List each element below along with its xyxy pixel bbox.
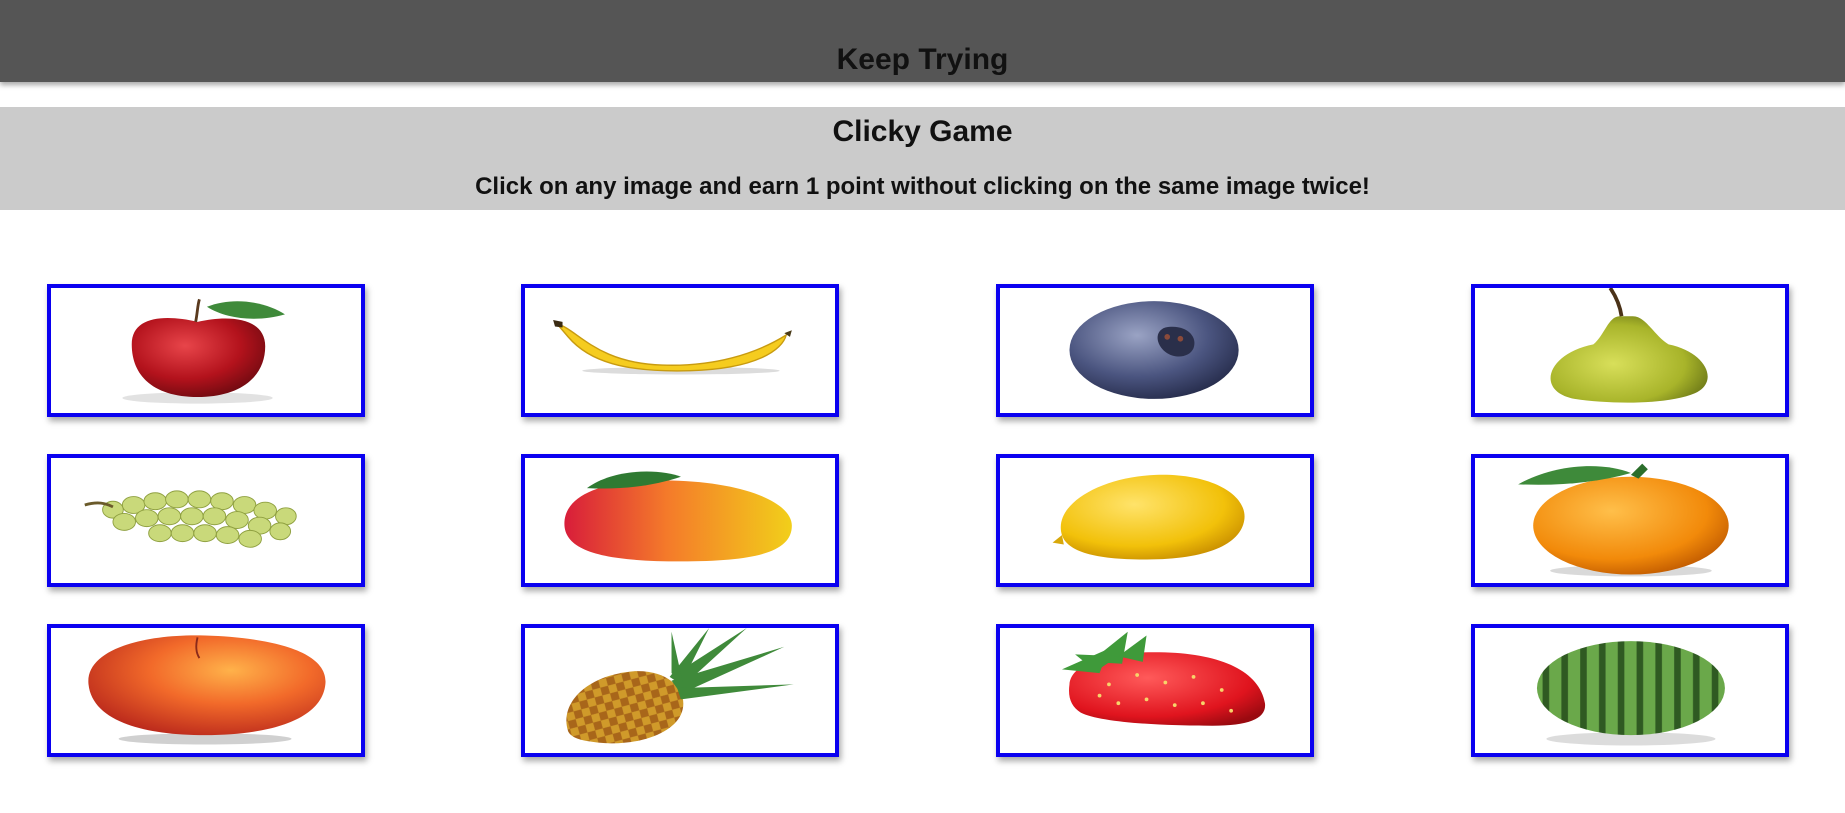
card-orange[interactable] xyxy=(1471,454,1789,587)
orange-image xyxy=(1518,463,1729,577)
pear-image xyxy=(1550,288,1708,403)
lemon-image xyxy=(1052,474,1245,560)
card-banana[interactable] xyxy=(521,284,839,417)
card-pear[interactable] xyxy=(1471,284,1789,417)
pineapple-image xyxy=(566,628,794,744)
card-grapes[interactable] xyxy=(47,454,365,587)
card-mango[interactable] xyxy=(521,454,839,587)
card-blueberry[interactable] xyxy=(996,284,1314,417)
banana-image xyxy=(553,319,792,375)
mango-image xyxy=(564,471,792,562)
card-pineapple[interactable] xyxy=(521,624,839,757)
blueberry-image xyxy=(1069,301,1239,399)
card-lemon[interactable] xyxy=(996,454,1314,587)
peach-image xyxy=(88,635,326,745)
card-apple[interactable] xyxy=(47,284,365,417)
card-strawberry[interactable] xyxy=(996,624,1314,757)
watermelon-image xyxy=(1536,641,1725,746)
card-watermelon[interactable] xyxy=(1471,624,1789,757)
fruit-card-grid xyxy=(0,0,1845,813)
card-peach[interactable] xyxy=(47,624,365,757)
strawberry-image xyxy=(1061,631,1266,726)
grapes-image xyxy=(84,490,297,548)
apple-image xyxy=(122,298,285,404)
